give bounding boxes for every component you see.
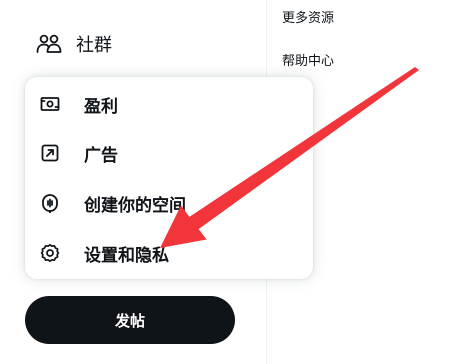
- sidebar-item-label: 社群: [76, 35, 112, 56]
- people-icon: [36, 32, 62, 56]
- menu-item-create-space[interactable]: 创建你的空间: [25, 178, 313, 228]
- microphone-icon: [40, 193, 60, 213]
- menu-item-label: 创建你的空间: [84, 195, 186, 216]
- menu-item-ads[interactable]: 广告: [25, 128, 313, 178]
- menu-item-settings[interactable]: 设置和隐私: [25, 228, 313, 278]
- help-center-link[interactable]: 帮助中心: [282, 50, 334, 69]
- more-resources-link[interactable]: 更多资源: [282, 7, 334, 26]
- post-button[interactable]: 发帖: [25, 296, 235, 344]
- menu-item-label: 设置和隐私: [84, 245, 169, 266]
- more-menu-popup: 盈利 广告 创建你的空间 设置和隐私: [25, 77, 313, 279]
- external-arrow-icon: [40, 143, 60, 163]
- sidebar-item-community[interactable]: 社群: [36, 28, 112, 60]
- menu-item-label: 盈利: [84, 96, 118, 117]
- menu-item-monetization[interactable]: 盈利: [25, 79, 313, 129]
- menu-item-label: 广告: [84, 145, 118, 166]
- money-icon: [40, 94, 60, 114]
- gear-icon: [40, 243, 60, 263]
